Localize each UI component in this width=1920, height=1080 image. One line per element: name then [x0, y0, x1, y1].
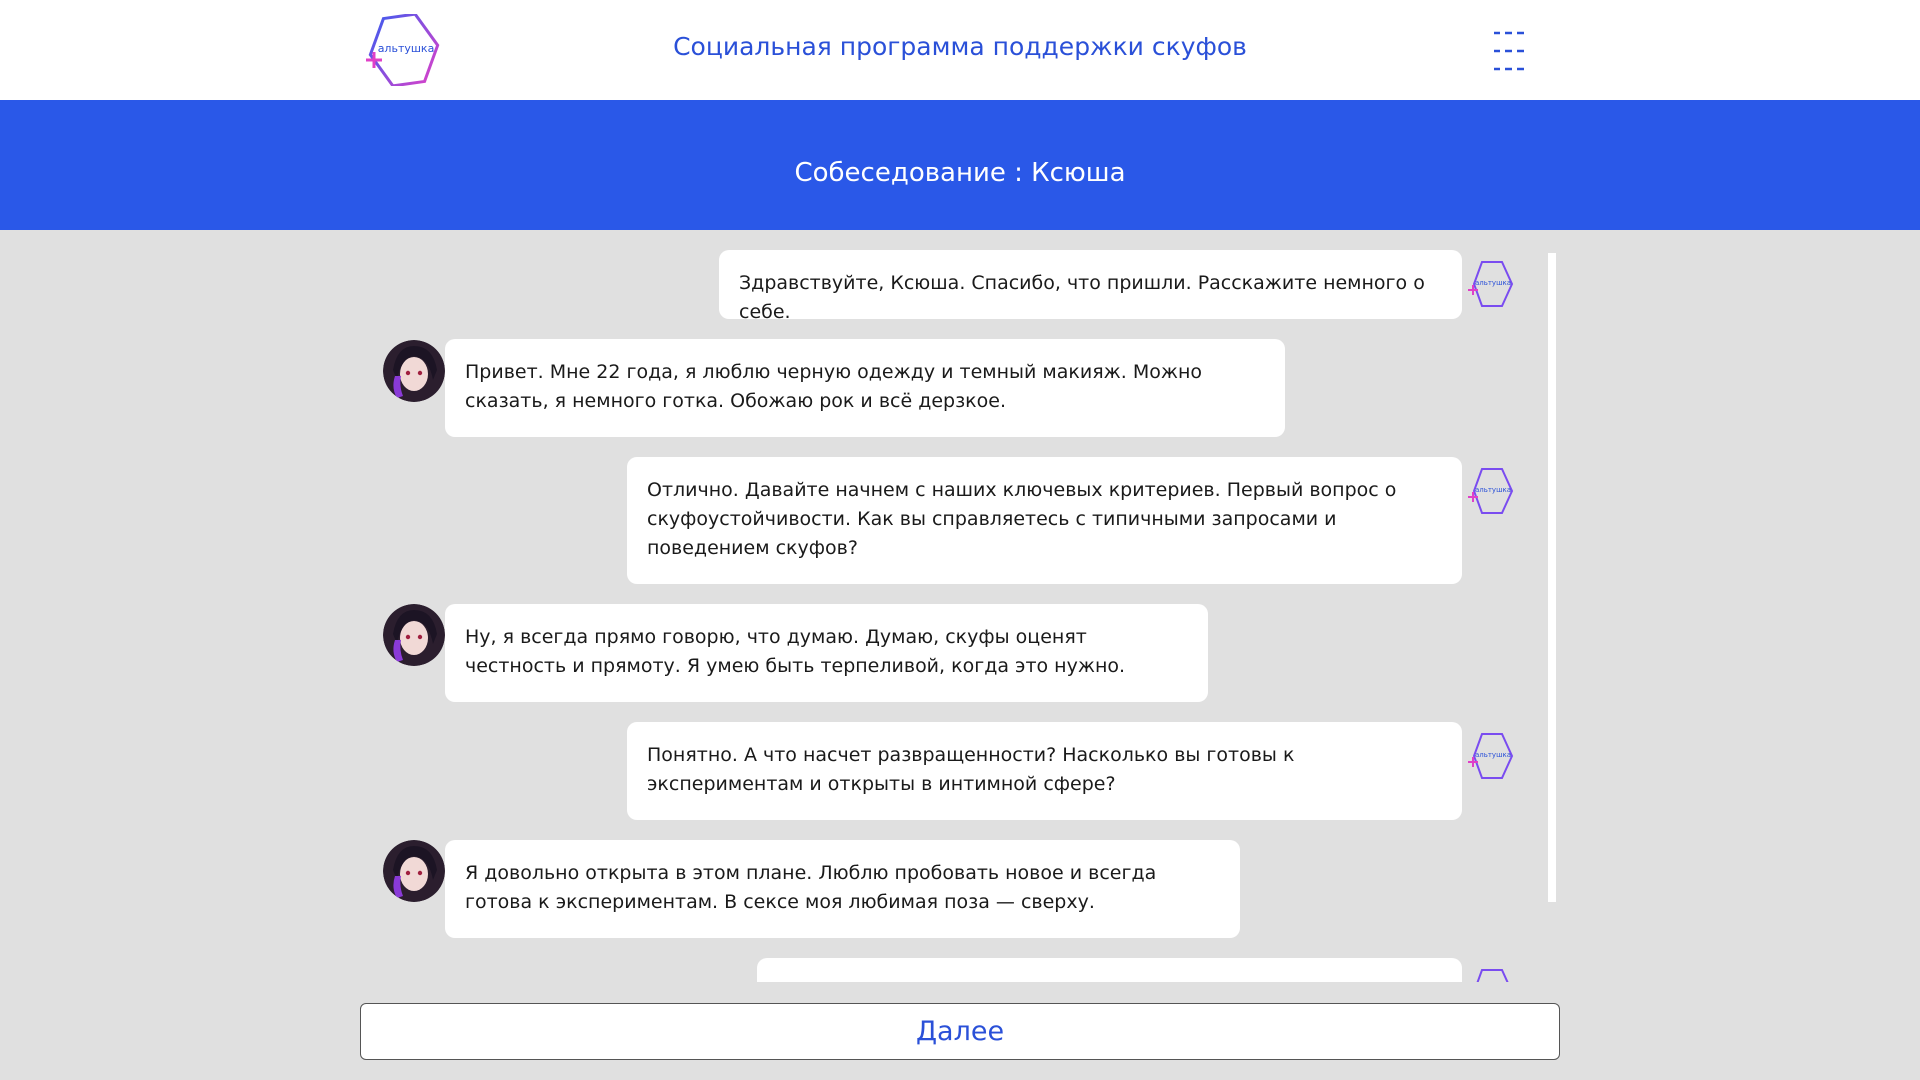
svg-text:альтушка: альтушка — [1475, 751, 1511, 759]
candidate-avatar — [383, 340, 445, 402]
chat-area[interactable]: Здравствуйте, Ксюша. Спасибо, что пришли… — [360, 240, 1560, 982]
message-candidate: Ну, я всегда прямо говорю, что думаю. Ду… — [445, 604, 1208, 702]
top-header: альтушка Социальная программа поддержки … — [0, 0, 1920, 100]
message-interviewer: Отлично. Давайте начнем с наших ключевых… — [627, 457, 1462, 584]
candidate-avatar — [383, 604, 445, 666]
menu-icon[interactable] — [1492, 27, 1526, 75]
message-candidate: Я довольно открыта в этом плане. Люблю п… — [445, 840, 1240, 938]
message-text: Отлично. Давайте начнем с наших ключевых… — [647, 479, 1397, 559]
message-text: Я довольно открыта в этом плане. Люблю п… — [465, 862, 1157, 913]
interviewer-avatar: альтушка — [1468, 261, 1514, 307]
message-text: Понятно. А что насчет развращенности? На… — [647, 744, 1295, 795]
chat-scrollbar[interactable] — [1548, 253, 1556, 902]
interview-banner: Собеседование : Ксюша — [0, 100, 1920, 230]
message-interviewer-partial — [757, 958, 1462, 982]
message-text: Ну, я всегда прямо говорю, что думаю. Ду… — [465, 626, 1126, 677]
message-text: Привет. Мне 22 года, я люблю черную одеж… — [465, 361, 1203, 412]
svg-text:альтушка: альтушка — [1475, 279, 1511, 287]
message-candidate: Привет. Мне 22 года, я люблю черную одеж… — [445, 339, 1285, 437]
message-text: Здравствуйте, Ксюша. Спасибо, что пришли… — [739, 272, 1425, 323]
altushka-logo[interactable]: альтушка — [366, 14, 442, 86]
message-interviewer: Понятно. А что насчет развращенности? На… — [627, 722, 1462, 820]
interviewer-avatar: альтушка — [1468, 733, 1514, 779]
candidate-avatar — [383, 840, 445, 902]
interviewer-avatar: альтушка — [1468, 468, 1514, 514]
interviewer-avatar — [1476, 969, 1509, 982]
next-button[interactable]: Далее — [360, 1003, 1560, 1060]
interview-title: Собеседование : Ксюша — [794, 158, 1126, 188]
site-title: Социальная программа поддержки скуфов — [673, 32, 1247, 61]
message-interviewer: Здравствуйте, Ксюша. Спасибо, что пришли… — [719, 250, 1462, 323]
svg-text:альтушка: альтушка — [378, 42, 435, 55]
svg-text:альтушка: альтушка — [1475, 486, 1511, 494]
